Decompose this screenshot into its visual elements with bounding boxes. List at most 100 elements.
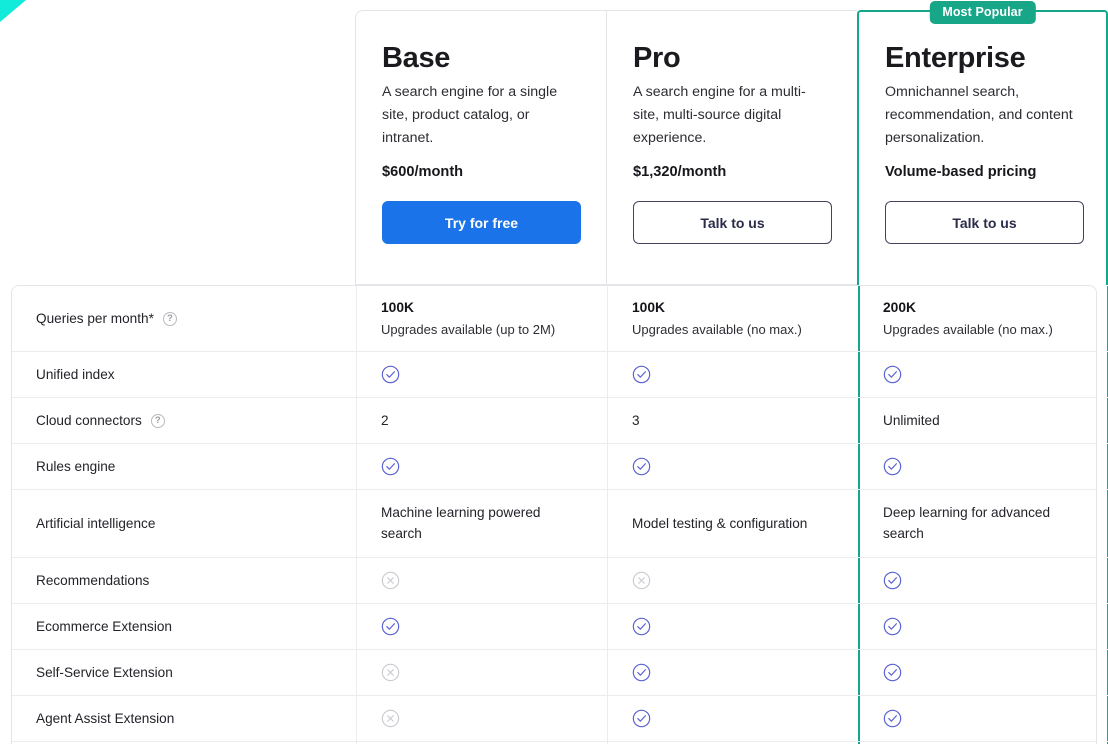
help-icon[interactable]: ? bbox=[151, 414, 165, 428]
feature-label: Cloud connectors bbox=[36, 410, 142, 431]
feature-value-cell bbox=[858, 696, 1108, 741]
feature-value-cell bbox=[858, 352, 1108, 397]
plan-cta-button-enterprise[interactable]: Talk to us bbox=[885, 201, 1084, 244]
feature-label-cell: Queries per month*? bbox=[12, 286, 356, 351]
check-circle-icon bbox=[632, 663, 651, 682]
most-popular-badge: Most Popular bbox=[929, 1, 1035, 24]
table-row: Cloud connectors? 2 3 Unlimited bbox=[12, 398, 1096, 444]
table-row: Queries per month*?100KUpgrades availabl… bbox=[12, 286, 1096, 352]
table-row: Artificial intelligence Machine learning … bbox=[12, 490, 1096, 557]
check-circle-icon bbox=[381, 617, 400, 636]
feature-value-primary: 100K bbox=[381, 298, 414, 319]
feature-label-cell: Recommendations bbox=[12, 558, 356, 603]
feature-value-text: Unlimited bbox=[883, 410, 940, 431]
plan-cards-row: Base A search engine for a single site, p… bbox=[355, 10, 1108, 285]
plan-description: Omnichannel search, recommendation, and … bbox=[885, 81, 1080, 150]
feature-value-cell bbox=[858, 444, 1108, 489]
table-row: Ecommerce Extension bbox=[12, 604, 1096, 650]
table-row: Agent Assist Extension bbox=[12, 696, 1096, 742]
feature-value-cell bbox=[607, 604, 858, 649]
feature-label-cell: Artificial intelligence bbox=[12, 490, 356, 556]
feature-value-cell bbox=[607, 352, 858, 397]
feature-value-cell bbox=[858, 742, 1108, 748]
check-circle-icon bbox=[883, 571, 902, 590]
feature-value-cell: 2 bbox=[356, 398, 607, 443]
feature-label: Rules engine bbox=[36, 456, 115, 477]
plan-card-enterprise: Most PopularEnterpriseOmnichannel search… bbox=[857, 10, 1108, 285]
table-row: SandboxAdd-on available bbox=[12, 742, 1096, 748]
plan-price: Volume-based pricing bbox=[885, 164, 1080, 180]
feature-value-cell bbox=[607, 444, 858, 489]
plan-price: $600/month bbox=[382, 164, 580, 180]
feature-value-cell bbox=[607, 558, 858, 603]
feature-value-cell: Add-on available bbox=[356, 742, 607, 748]
feature-value-primary: 100K bbox=[632, 298, 665, 319]
feature-value-cell bbox=[356, 558, 607, 603]
check-circle-icon bbox=[381, 365, 400, 384]
feature-value-cell: 200KUpgrades available (no max.) bbox=[858, 286, 1108, 351]
feature-value-cell: 100KUpgrades available (up to 2M) bbox=[356, 286, 607, 351]
feature-label: Artificial intelligence bbox=[36, 513, 155, 534]
feature-label-cell: Cloud connectors? bbox=[12, 398, 356, 443]
plan-name: Pro bbox=[633, 43, 831, 74]
plan-name: Enterprise bbox=[885, 43, 1080, 74]
feature-value-cell bbox=[607, 650, 858, 695]
cross-circle-icon bbox=[381, 663, 400, 682]
feature-value-cell: Unlimited bbox=[858, 398, 1108, 443]
feature-value-text: Machine learning powered search bbox=[381, 502, 571, 544]
feature-value-cell bbox=[607, 742, 858, 748]
feature-value-cell: Deep learning for advanced search bbox=[858, 490, 1108, 556]
feature-value-cell bbox=[356, 352, 607, 397]
feature-label-cell: Agent Assist Extension bbox=[12, 696, 356, 741]
feature-value-primary: 200K bbox=[883, 298, 916, 319]
feature-value-secondary: Upgrades available (up to 2M) bbox=[381, 320, 555, 340]
table-row: Unified index bbox=[12, 352, 1096, 398]
check-circle-icon bbox=[632, 457, 651, 476]
check-circle-icon bbox=[632, 365, 651, 384]
feature-value-cell bbox=[858, 604, 1108, 649]
table-row: Rules engine bbox=[12, 444, 1096, 490]
feature-label: Ecommerce Extension bbox=[36, 616, 172, 637]
feature-value-cell: Machine learning powered search bbox=[356, 490, 607, 556]
feature-value-cell bbox=[356, 650, 607, 695]
plan-cta-button-pro[interactable]: Talk to us bbox=[633, 201, 832, 244]
plan-cta-button-base[interactable]: Try for free bbox=[382, 201, 581, 244]
feature-value-cell bbox=[858, 558, 1108, 603]
feature-label-cell: Unified index bbox=[12, 352, 356, 397]
check-circle-icon bbox=[883, 457, 902, 476]
plan-card-pro: Pro A search engine for a multi-site, mul… bbox=[606, 10, 857, 285]
feature-value-text: 3 bbox=[632, 410, 640, 431]
feature-value-cell: 100KUpgrades available (no max.) bbox=[607, 286, 858, 351]
check-circle-icon bbox=[632, 709, 651, 728]
plan-name: Base bbox=[382, 43, 580, 74]
corner-wedge-decoration bbox=[0, 0, 26, 22]
plan-description: A search engine for a single site, produ… bbox=[382, 81, 580, 150]
cross-circle-icon bbox=[632, 571, 651, 590]
table-row: Self-Service Extension bbox=[12, 650, 1096, 696]
feature-label-cell: Sandbox bbox=[12, 742, 356, 748]
feature-label-cell: Self-Service Extension bbox=[12, 650, 356, 695]
cross-circle-icon bbox=[381, 571, 400, 590]
feature-value-text: Deep learning for advanced search bbox=[883, 502, 1073, 544]
help-icon[interactable]: ? bbox=[163, 312, 177, 326]
table-row: Recommendations bbox=[12, 558, 1096, 604]
pricing-page: Base A search engine for a single site, p… bbox=[0, 0, 1108, 748]
feature-label: Self-Service Extension bbox=[36, 662, 173, 683]
check-circle-icon bbox=[381, 457, 400, 476]
feature-value-secondary: Upgrades available (no max.) bbox=[632, 320, 802, 340]
feature-value-cell bbox=[356, 444, 607, 489]
feature-label-cell: Rules engine bbox=[12, 444, 356, 489]
feature-label: Queries per month* bbox=[36, 308, 154, 329]
check-circle-icon bbox=[632, 617, 651, 636]
feature-comparison-table: Queries per month*?100KUpgrades availabl… bbox=[11, 285, 1097, 748]
feature-value-cell bbox=[356, 604, 607, 649]
feature-label: Agent Assist Extension bbox=[36, 708, 174, 729]
feature-value-text: Model testing & configuration bbox=[632, 513, 807, 534]
plan-description: A search engine for a multi-site, multi-… bbox=[633, 81, 831, 150]
plan-card-base: Base A search engine for a single site, p… bbox=[355, 10, 606, 285]
feature-value-text: 2 bbox=[381, 410, 389, 431]
check-circle-icon bbox=[883, 663, 902, 682]
feature-label: Recommendations bbox=[36, 570, 149, 591]
check-circle-icon bbox=[883, 617, 902, 636]
feature-value-cell: 3 bbox=[607, 398, 858, 443]
